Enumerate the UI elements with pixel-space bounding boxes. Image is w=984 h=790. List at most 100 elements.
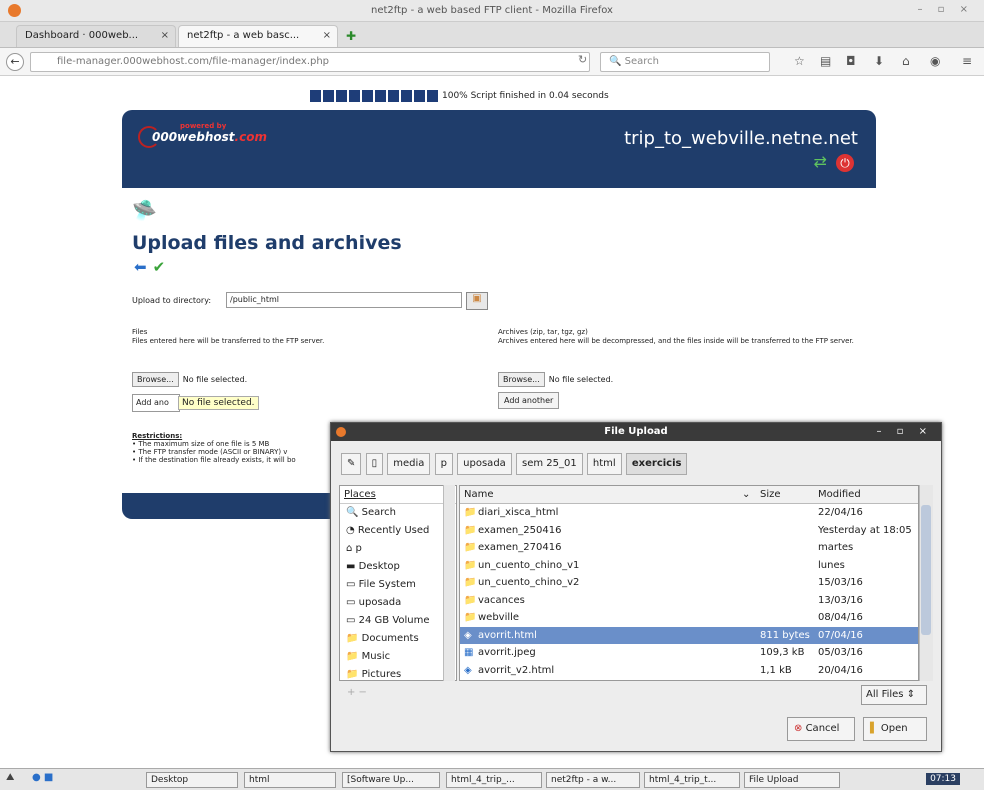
file-size: 1,1 kB xyxy=(760,664,792,676)
file-row[interactable]: 📁 un_cuento_chino_v1 lunes xyxy=(460,557,918,575)
breadcrumb-uposada[interactable]: uposada xyxy=(457,453,512,475)
archive-input-row: Browse... No file selected. xyxy=(498,372,613,387)
browse-button[interactable]: Browse... xyxy=(132,372,179,387)
task-html4-trip-1[interactable]: html_4_trip_... xyxy=(446,772,542,788)
place-item[interactable]: ⌂ p xyxy=(340,540,456,558)
file-row[interactable]: 📁 examen_270416 martes xyxy=(460,539,918,557)
pocket-icon[interactable]: ◘ xyxy=(846,54,856,68)
close-tab-icon[interactable]: × xyxy=(161,30,169,41)
file-modified: 05/03/16 xyxy=(818,647,863,658)
reading-list-icon[interactable]: ▤ xyxy=(820,54,831,68)
file-row[interactable]: 📁 diari_xisca_html 22/04/16 xyxy=(460,504,918,522)
cancel-button[interactable]: ⊗ Cancel xyxy=(787,717,855,741)
folder-icon: 📁 xyxy=(346,669,362,680)
file-row[interactable]: 📁 webville 08/04/16 xyxy=(460,609,918,627)
breadcrumb-p[interactable]: p xyxy=(434,453,453,475)
task-net2ftp[interactable]: net2ftp - a w... xyxy=(546,772,640,788)
restriction-item: • The maximum size of one file is 5 MB xyxy=(132,440,270,448)
open-button[interactable]: ▌ Open xyxy=(863,717,927,741)
breadcrumb-sem[interactable]: sem 25_01 xyxy=(515,453,583,475)
open-label: Open xyxy=(880,723,908,734)
close-tab-icon[interactable]: × xyxy=(323,30,331,41)
site-header: powered by 000webhost.com trip_to_webvil… xyxy=(122,110,876,188)
tab-dashboard[interactable]: Dashboard · 000web... × xyxy=(16,25,176,47)
choose-dir-button[interactable]: ▣ xyxy=(466,292,488,310)
back-arrow-icon[interactable]: ⬅ xyxy=(134,258,147,276)
reload-icon[interactable]: ↻ xyxy=(578,53,587,66)
column-name[interactable]: Name xyxy=(464,489,494,500)
add-another-archive-button[interactable]: Add another xyxy=(498,392,560,409)
place-item[interactable]: 📁 Documents xyxy=(340,630,456,648)
places-scrollbar[interactable] xyxy=(443,485,455,681)
refresh-icon[interactable]: ⇄ xyxy=(814,152,827,171)
file-row[interactable]: ◈ avorrit_v2.html 1,1 kB 20/04/16 xyxy=(460,662,918,680)
search-input[interactable]: 🔍 Search xyxy=(600,52,770,72)
task-software-updater[interactable]: [Software Up... xyxy=(342,772,440,788)
file-input-row: Browse... No file selected. xyxy=(132,372,247,387)
place-item[interactable]: ◔ Recently Used xyxy=(340,522,456,540)
download-icon[interactable]: ⬇ xyxy=(874,54,884,68)
file-modified: 20/04/16 xyxy=(818,664,863,676)
add-another-file-button[interactable]: Add ano xyxy=(132,394,180,412)
folder-icon: 📁 xyxy=(346,651,362,662)
file-type-filter[interactable]: All Files ⇕ xyxy=(861,685,927,705)
place-item[interactable]: ▭ uposada xyxy=(340,594,456,612)
scrollbar-thumb[interactable] xyxy=(921,505,931,635)
progress-block xyxy=(388,90,399,102)
breadcrumb-media[interactable]: media xyxy=(387,453,431,475)
checkmark-icon[interactable]: ✔ xyxy=(153,258,166,276)
file-upload-dialog: File Upload – ▫ × ✎ ▯ media p uposada se… xyxy=(330,422,942,752)
place-label: uposada xyxy=(358,597,402,608)
file-row[interactable]: 📁 vacances 13/03/16 xyxy=(460,592,918,610)
add-remove-bookmark-icons[interactable]: + − xyxy=(347,687,367,698)
chat-icon[interactable]: ◉ xyxy=(930,54,940,68)
file-list-header: Name ⌄ Size Modified xyxy=(460,486,918,504)
place-label: Pictures xyxy=(361,669,402,680)
sort-chevron-down-icon[interactable]: ⌄ xyxy=(742,489,750,500)
place-item[interactable]: ▭ 24 GB Volume xyxy=(340,612,456,630)
edit-path-button[interactable]: ✎ xyxy=(341,453,362,475)
archives-description: Archives entered here will be decompress… xyxy=(498,337,854,345)
menu-icon[interactable]: ≡ xyxy=(962,54,972,68)
column-size[interactable]: Size xyxy=(760,489,781,500)
url-input[interactable]: file-manager.000webhost.com/file-manager… xyxy=(30,52,590,72)
column-modified[interactable]: Modified xyxy=(818,489,861,500)
file-row[interactable]: ◈ avorrit.html 811 bytes 07/04/16 xyxy=(460,626,918,644)
task-file-upload[interactable]: File Upload xyxy=(744,772,840,788)
restrictions: Restrictions: • The maximum size of one … xyxy=(132,432,342,464)
logo-swirl-icon xyxy=(138,126,160,148)
no-file-text: No file selected. xyxy=(182,375,248,384)
place-item[interactable]: 🔍 Search xyxy=(340,504,456,522)
breadcrumb-exercicis[interactable]: exercicis xyxy=(625,453,688,475)
task-html[interactable]: html xyxy=(244,772,336,788)
task-desktop[interactable]: Desktop xyxy=(146,772,238,788)
file-row[interactable]: 📁 un_cuento_chino_v2 15/03/16 xyxy=(460,574,918,592)
quick-launch-icons[interactable]: ● ■ xyxy=(32,772,53,783)
start-menu-icon[interactable]: ⛰ xyxy=(6,772,14,783)
home-icon[interactable]: ⌂ xyxy=(902,54,910,68)
dialog-window-controls[interactable]: – ▫ × xyxy=(876,426,933,437)
upload-dir-label: Upload to directory: xyxy=(132,296,212,305)
place-item[interactable]: 📁 Pictures xyxy=(340,666,456,680)
breadcrumb-arrow-button[interactable]: ▯ xyxy=(365,453,384,475)
browse-button[interactable]: Browse... xyxy=(498,372,545,387)
logout-icon[interactable]: ⏻ xyxy=(836,154,854,172)
place-item[interactable]: ▭ File System xyxy=(340,576,456,594)
file-name: un_cuento_chino_v2 xyxy=(478,577,580,588)
restriction-item: • If the destination file already exists… xyxy=(132,456,296,464)
tab-net2ftp[interactable]: net2ftp - a web basc... × xyxy=(178,25,338,47)
file-row[interactable]: ▦ avorrit.jpeg 109,3 kB 05/03/16 xyxy=(460,644,918,662)
new-tab-icon[interactable]: ✚ xyxy=(346,29,356,43)
file-name: un_cuento_chino_v1 xyxy=(478,559,580,571)
drive-icon: ▭ xyxy=(346,615,359,626)
task-html4-trip-2[interactable]: html_4_trip_t... xyxy=(644,772,740,788)
window-controls[interactable]: – ▫ × xyxy=(917,4,974,15)
back-icon[interactable]: ← xyxy=(6,53,24,71)
file-size: 811 bytes xyxy=(760,629,810,641)
breadcrumb-html[interactable]: html xyxy=(586,453,622,475)
bookmark-star-icon[interactable]: ☆ xyxy=(794,54,805,68)
upload-dir-input[interactable]: /public_html xyxy=(226,292,462,308)
file-row[interactable]: 📁 examen_250416 Yesterday at 18:05 xyxy=(460,522,918,540)
place-item[interactable]: 📁 Music xyxy=(340,648,456,666)
place-item[interactable]: ▬ Desktop xyxy=(340,558,456,576)
